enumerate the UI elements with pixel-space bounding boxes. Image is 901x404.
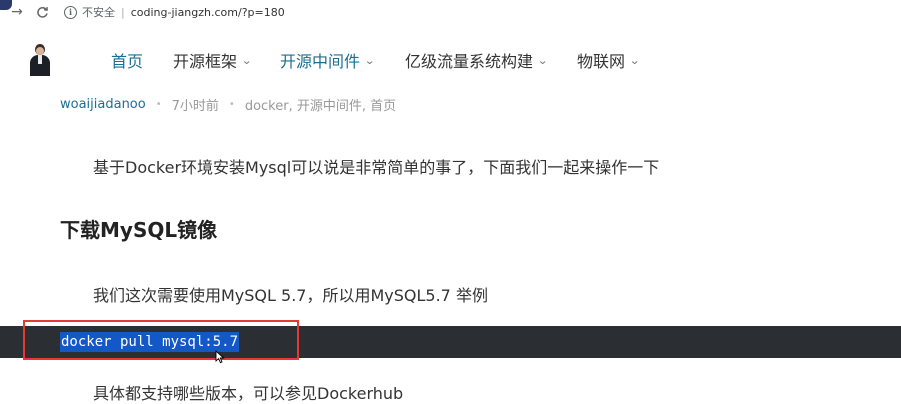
post-meta: woaijiadanoo • 7小时前 • docker, 开源中间件, 首页 xyxy=(60,95,396,114)
url-text[interactable]: coding-jiangzh.com/?p=180 xyxy=(131,6,285,19)
nav-item-label: 开源框架 xyxy=(173,52,238,71)
main-nav: 首页 开源框架 ⌄ 开源中间件 ⌄ 亿级流量系统构建 ⌄ 物联网 ⌄ xyxy=(0,48,901,72)
reload-glyph xyxy=(36,6,48,18)
nav-item-label: 首页 xyxy=(111,52,144,71)
browser-toolbar: → i 不安全 | coding-jiangzh.com/?p=180 xyxy=(0,0,901,24)
nav-item-open-source-middleware[interactable]: 开源中间件 ⌄ xyxy=(280,48,376,72)
section-heading: 下载MySQL镜像 xyxy=(60,218,218,242)
chevron-down-icon: ⌄ xyxy=(629,53,641,67)
chevron-down-icon: ⌄ xyxy=(241,53,253,67)
url-divider: | xyxy=(121,5,125,19)
nav-item-high-traffic-systems[interactable]: 亿级流量系统构建 ⌄ xyxy=(405,48,549,72)
chevron-down-icon: ⌄ xyxy=(364,53,376,67)
reload-icon[interactable] xyxy=(33,3,51,21)
nav-item-label: 物联网 xyxy=(577,52,626,71)
nav-item-label: 亿级流量系统构建 xyxy=(405,52,534,71)
nav-item-label: 开源中间件 xyxy=(280,52,361,71)
site-header: 首页 开源框架 ⌄ 开源中间件 ⌄ 亿级流量系统构建 ⌄ 物联网 ⌄ xyxy=(0,24,901,90)
post-author-link[interactable]: woaijiadanoo xyxy=(60,97,146,112)
chevron-down-icon: ⌄ xyxy=(537,53,549,67)
dockerhub-paragraph: 具体都支持哪些版本，可以参见Dockerhub xyxy=(93,384,404,403)
red-annotation-box xyxy=(23,320,299,360)
back-arrow-icon[interactable]: → xyxy=(8,3,26,21)
security-label: 不安全 xyxy=(82,6,115,19)
nav-item-iot[interactable]: 物联网 ⌄ xyxy=(577,48,641,72)
nav-item-home[interactable]: 首页 xyxy=(111,48,143,72)
meta-separator: • xyxy=(155,99,162,110)
nav-item-open-source-frameworks[interactable]: 开源框架 ⌄ xyxy=(173,48,253,72)
post-categories[interactable]: docker, 开源中间件, 首页 xyxy=(245,95,396,114)
info-icon[interactable]: i xyxy=(64,5,77,19)
intro-paragraph: 基于Docker环境安装Mysql可以说是非常简单的事了，下面我们一起来操作一下 xyxy=(93,158,660,177)
page: → i 不安全 | coding-jiangzh.com/?p=180 首页 开… xyxy=(0,0,901,404)
mouse-cursor-icon xyxy=(215,350,225,364)
meta-separator: • xyxy=(228,99,235,110)
address-bar[interactable]: i 不安全 | coding-jiangzh.com/?p=180 xyxy=(64,4,285,20)
version-paragraph: 我们这次需要使用MySQL 5.7，所以用MySQL5.7 举例 xyxy=(93,286,488,305)
post-time: 7小时前 xyxy=(171,99,219,114)
